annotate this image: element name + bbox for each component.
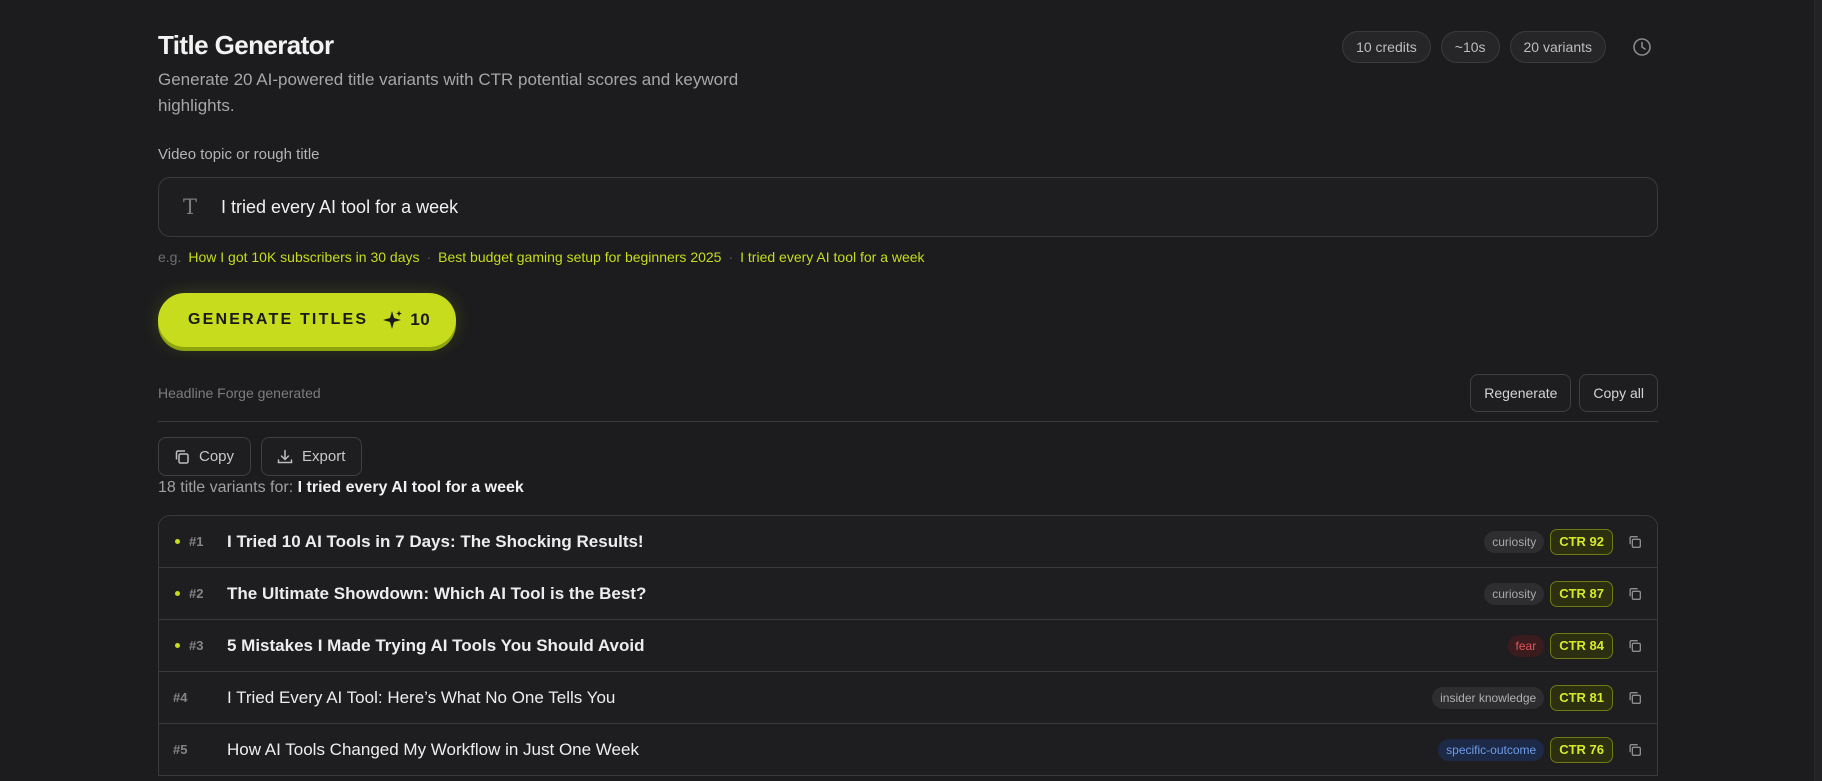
results-summary: 18 title variants for: I tried every AI … — [158, 479, 524, 497]
ctr-score-badge: CTR 87 — [1550, 580, 1613, 607]
list-item[interactable]: #1 I Tried 10 AI Tools in 7 Days: The Sh… — [159, 516, 1657, 568]
topic-input-wrapper[interactable]: T — [158, 177, 1658, 237]
ctr-score-badge: CTR 81 — [1550, 684, 1613, 711]
generate-cost: 10 — [410, 310, 431, 329]
trigger-tag: curiosity — [1484, 530, 1545, 553]
title-variants-list: #1 I Tried 10 AI Tools in 7 Days: The Sh… — [158, 515, 1658, 776]
copy-icon[interactable] — [1613, 690, 1657, 706]
time-chip: ~10s — [1440, 31, 1500, 63]
variant-rank: #4 — [173, 690, 188, 705]
credits-chip: 10 credits — [1342, 31, 1431, 63]
sparkle-icon — [382, 309, 404, 331]
trigger-tag: curiosity — [1484, 582, 1545, 605]
list-actions: Copy Export — [158, 437, 372, 476]
variant-title: 5 Mistakes I Made Trying AI Tools You Sh… — [227, 635, 645, 655]
export-button-label: Export — [302, 448, 346, 465]
result-actions: Regenerate Copy all — [1462, 374, 1658, 412]
top-pick-indicator — [159, 539, 189, 544]
copy-button-label: Copy — [199, 448, 235, 465]
top-pick-dot — [174, 591, 180, 596]
download-icon — [277, 449, 293, 463]
generated-by-label: Headline Forge generated — [158, 385, 321, 401]
copy-button[interactable]: Copy — [158, 437, 252, 476]
list-item[interactable]: #2 The Ultimate Showdown: Which AI Tool … — [159, 568, 1657, 620]
list-item[interactable]: #5 How AI Tools Changed My Workflow in J… — [159, 724, 1657, 776]
summary-prefix: 18 title variants for: — [158, 479, 294, 496]
top-pick-indicator — [159, 591, 189, 596]
topic-input[interactable] — [221, 178, 1657, 236]
variant-title: How AI Tools Changed My Workflow in Just… — [227, 739, 639, 759]
page-title: Title Generator — [158, 30, 334, 60]
ctr-score-badge: CTR 84 — [1550, 632, 1613, 659]
variant-rank: #2 — [189, 586, 204, 601]
trigger-tag: fear — [1507, 634, 1545, 657]
variant-rank: #5 — [173, 742, 188, 757]
ctr-score-badge: CTR 76 — [1550, 736, 1613, 763]
generate-titles-button[interactable]: GENERATE TITLES 10 — [158, 293, 456, 347]
section-divider — [158, 421, 1658, 422]
generate-button-label: GENERATE TITLES — [188, 311, 369, 328]
example-separator: · — [728, 249, 734, 265]
copy-all-button[interactable]: Copy all — [1579, 374, 1658, 412]
variant-title: I Tried Every AI Tool: Here’s What No On… — [227, 687, 616, 707]
variant-rank: #1 — [189, 534, 204, 549]
text-type-icon: T — [182, 195, 197, 219]
example-topic-link[interactable]: How I got 10K subscribers in 30 days — [188, 249, 419, 265]
list-item[interactable]: #3 5 Mistakes I Made Trying AI Tools You… — [159, 620, 1657, 672]
meta-chips: 10 credits ~10s 20 variants — [1342, 31, 1658, 63]
export-button[interactable]: Export — [261, 437, 363, 476]
example-topics: e.g. How I got 10K subscribers in 30 day… — [158, 249, 925, 265]
example-topic-link[interactable]: I tried every AI tool for a week — [740, 249, 924, 265]
copy-icon[interactable] — [1613, 534, 1657, 550]
variant-rank: #3 — [189, 638, 204, 653]
clock-icon[interactable] — [1626, 31, 1658, 63]
variant-title: The Ultimate Showdown: Which AI Tool is … — [227, 583, 647, 603]
example-topic-link[interactable]: Best budget gaming setup for beginners 2… — [438, 249, 721, 265]
example-separator: · — [426, 249, 432, 265]
copy-icon[interactable] — [1613, 742, 1657, 758]
examples-prefix: e.g. — [158, 249, 182, 265]
variant-title: I Tried 10 AI Tools in 7 Days: The Shock… — [227, 531, 644, 551]
copy-icon[interactable] — [1613, 586, 1657, 602]
summary-topic: I tried every AI tool for a week — [297, 479, 524, 496]
top-pick-indicator — [159, 643, 189, 648]
title-generator-page: Title Generator Generate 20 AI-powered t… — [158, 0, 1658, 781]
regenerate-button[interactable]: Regenerate — [1470, 374, 1572, 412]
page-scrollbar[interactable] — [1814, 0, 1822, 781]
variants-chip: 20 variants — [1509, 31, 1606, 63]
copy-icon — [175, 449, 189, 464]
topic-field-label: Video topic or rough title — [158, 146, 320, 163]
page-subtitle: Generate 20 AI-powered title variants wi… — [158, 70, 739, 115]
top-pick-dot — [174, 539, 180, 544]
top-pick-dot — [174, 643, 180, 648]
ctr-score-badge: CTR 92 — [1550, 528, 1613, 555]
trigger-tag: specific-outcome — [1438, 738, 1545, 761]
copy-icon[interactable] — [1613, 638, 1657, 654]
trigger-tag: insider knowledge — [1432, 686, 1545, 709]
list-item[interactable]: #4 I Tried Every AI Tool: Here’s What No… — [159, 672, 1657, 724]
